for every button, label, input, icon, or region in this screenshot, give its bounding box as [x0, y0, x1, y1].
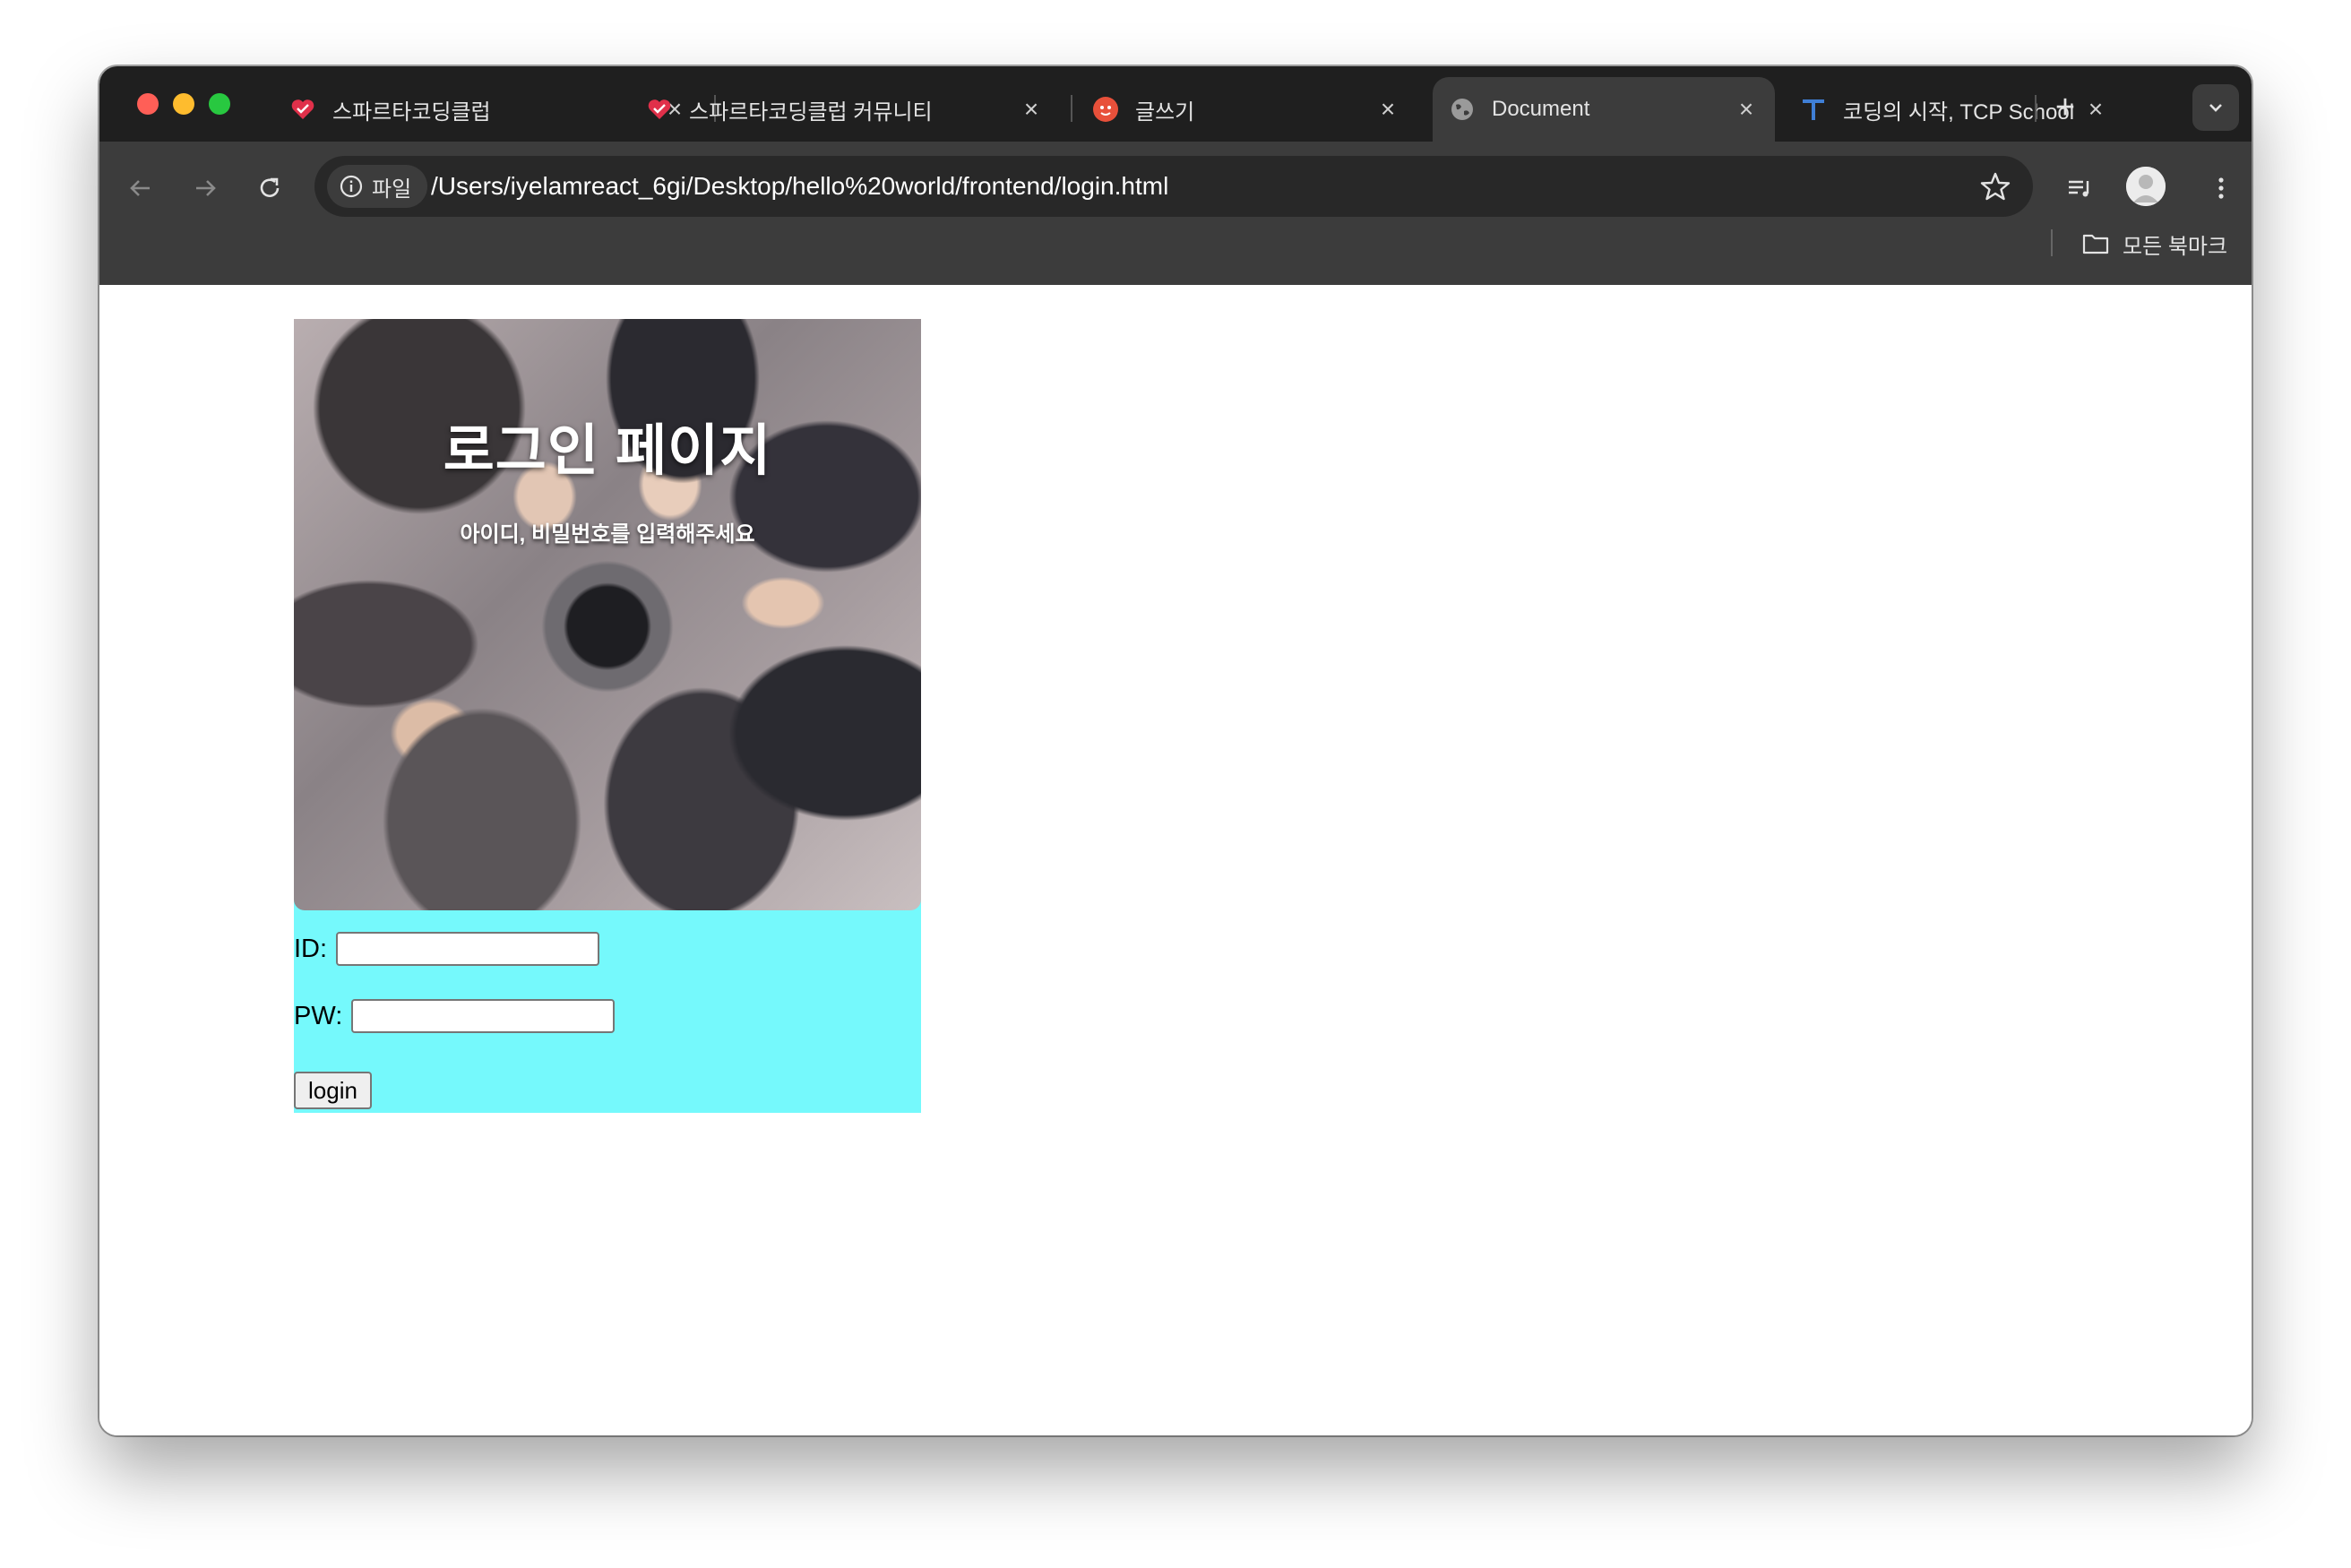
sparta-circle-icon: [1092, 96, 1119, 123]
tab-label: 글쓰기: [1135, 99, 1195, 125]
page-subtitle: 아이디, 비밀번호를 입력해주세요: [460, 522, 755, 547]
tab-sparta-community[interactable]: 스파르타코딩클럽 커뮤니티 ×: [630, 77, 1060, 142]
browser-menu-button[interactable]: [2198, 165, 2244, 211]
avatar-icon: [2126, 167, 2166, 206]
tab-label: 스파르타코딩클럽: [332, 99, 491, 125]
reload-button[interactable]: [246, 165, 293, 211]
globe-icon: [1449, 96, 1476, 123]
sparta-heart-icon: [289, 96, 316, 123]
reload-icon: [260, 177, 280, 197]
tab-separator: [1071, 95, 1072, 122]
folder-icon: [2082, 234, 2109, 254]
group-photo-banner: 로그인 페이지 아이디, 비밀번호를 입력해주세요: [294, 319, 921, 910]
kebab-menu-icon: [2218, 177, 2224, 199]
profile-avatar[interactable]: [2126, 167, 2166, 206]
reading-list-button[interactable]: [2056, 165, 2103, 211]
minimize-window-button[interactable]: [173, 93, 194, 115]
site-info-chip[interactable]: 파일: [327, 165, 428, 208]
page-title: 로그인 페이지: [443, 420, 772, 482]
login-card: 로그인 페이지 아이디, 비밀번호를 입력해주세요 ID: PW: login: [294, 319, 921, 1113]
arrow-left-icon: [130, 180, 150, 196]
pw-input[interactable]: [351, 999, 616, 1033]
all-bookmarks-label: 모든 북마크: [2123, 234, 2228, 259]
browser-toolbar: 파일 /Users/iyelamreact_6gi/Desktop/hello%…: [99, 142, 2252, 285]
tab-strip: 스파르타코딩클럽 × 스파르타코딩클럽 커뮤니티 × 글쓰기 × Documen…: [99, 66, 2252, 142]
id-input[interactable]: [336, 932, 600, 966]
maximize-window-button[interactable]: [209, 93, 230, 115]
pw-row: PW:: [294, 999, 616, 1033]
close-tab-icon[interactable]: ×: [1375, 95, 1400, 124]
id-row: ID:: [294, 932, 600, 966]
pw-label: PW:: [294, 1001, 343, 1030]
close-tab-icon[interactable]: ×: [2083, 95, 2108, 124]
chevron-down-icon: [2209, 104, 2222, 112]
tab-label: 스파르타코딩클럽 커뮤니티: [689, 99, 933, 125]
tab-document[interactable]: Document ×: [1433, 77, 1775, 142]
address-bar[interactable]: 파일 /Users/iyelamreact_6gi/Desktop/hello%…: [314, 156, 2033, 217]
bookmark-separator: [2051, 229, 2053, 256]
site-chip-label: 파일: [372, 177, 412, 202]
url-text[interactable]: /Users/iyelamreact_6gi/Desktop/hello%20w…: [431, 156, 1168, 217]
tcp-school-t-icon: [1800, 96, 1827, 123]
tab-write-post[interactable]: 글쓰기 ×: [1076, 77, 1417, 142]
arrow-right-icon: [196, 180, 216, 196]
sparta-heart-icon: [646, 96, 673, 123]
id-label: ID:: [294, 934, 328, 963]
tab-separator: [2035, 95, 2037, 122]
all-bookmarks-button[interactable]: 모든 북마크: [2081, 226, 2227, 262]
tab-label: Document: [1492, 97, 1590, 121]
forward-button[interactable]: [182, 165, 228, 211]
info-icon: [340, 175, 363, 198]
page-content: 로그인 페이지 아이디, 비밀번호를 입력해주세요 ID: PW: login: [99, 285, 2252, 1435]
login-button[interactable]: login: [294, 1072, 372, 1109]
playlist-icon: [2069, 180, 2089, 197]
close-tab-icon[interactable]: ×: [1734, 95, 1759, 124]
close-window-button[interactable]: [137, 93, 159, 115]
bookmark-star-icon[interactable]: [1979, 170, 2011, 202]
back-button[interactable]: [117, 165, 164, 211]
tab-search-button[interactable]: [2192, 84, 2239, 131]
close-tab-icon[interactable]: ×: [1019, 95, 1044, 124]
new-tab-button[interactable]: +: [2045, 88, 2085, 127]
browser-window: 스파르타코딩클럽 × 스파르타코딩클럽 커뮤니티 × 글쓰기 × Documen…: [99, 66, 2252, 1435]
